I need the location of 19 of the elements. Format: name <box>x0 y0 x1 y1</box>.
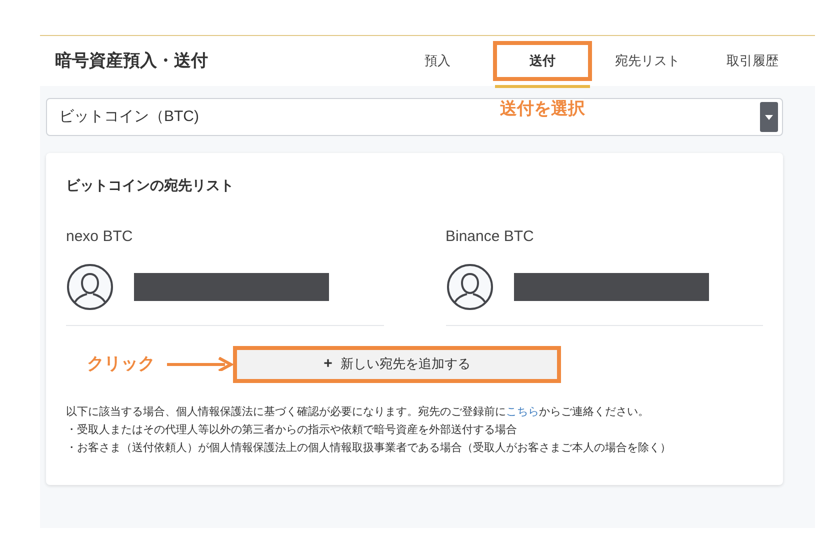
user-avatar-icon <box>446 262 494 310</box>
condition-text: ・お客さま（送付依頼人）が個人情報保護法上の個人情報取扱事業者である場合（受取人がお客さまご本人の場合を除く） <box>66 440 672 456</box>
tab[interactable]: 預入 <box>416 41 458 81</box>
callout-text: 送付を選択 <box>500 98 585 120</box>
condition-text: ・受取人またはその代理人等以外の第三者からの指示や依頼で暗号資産を外部送付する場合 <box>66 422 518 438</box>
add-address-button[interactable]: + 新しい宛先を追加する <box>233 346 561 382</box>
tab[interactable]: 送付 <box>493 41 592 81</box>
user-avatar-icon <box>66 262 114 310</box>
notice-text: 以下に該当する場合、個人情報保護法に基づく確認が必要になります。宛先のご登録前にこちらからご連絡ください。 <box>66 404 650 420</box>
callout-text: クリック <box>87 353 155 376</box>
dropdown-caret-icon[interactable] <box>760 102 778 132</box>
callout-arrow-icon <box>167 357 233 371</box>
tab[interactable]: 取引履歴 <box>718 41 786 81</box>
contact-link[interactable]: こちら <box>506 406 539 418</box>
page-title: 暗号資産預入・送付 <box>55 50 209 72</box>
address-name: Binance BTC <box>446 227 535 247</box>
address-name: nexo BTC <box>66 227 134 247</box>
tab[interactable]: 宛先リスト <box>607 41 688 81</box>
card-title: ビットコインの宛先リスト <box>66 176 235 195</box>
